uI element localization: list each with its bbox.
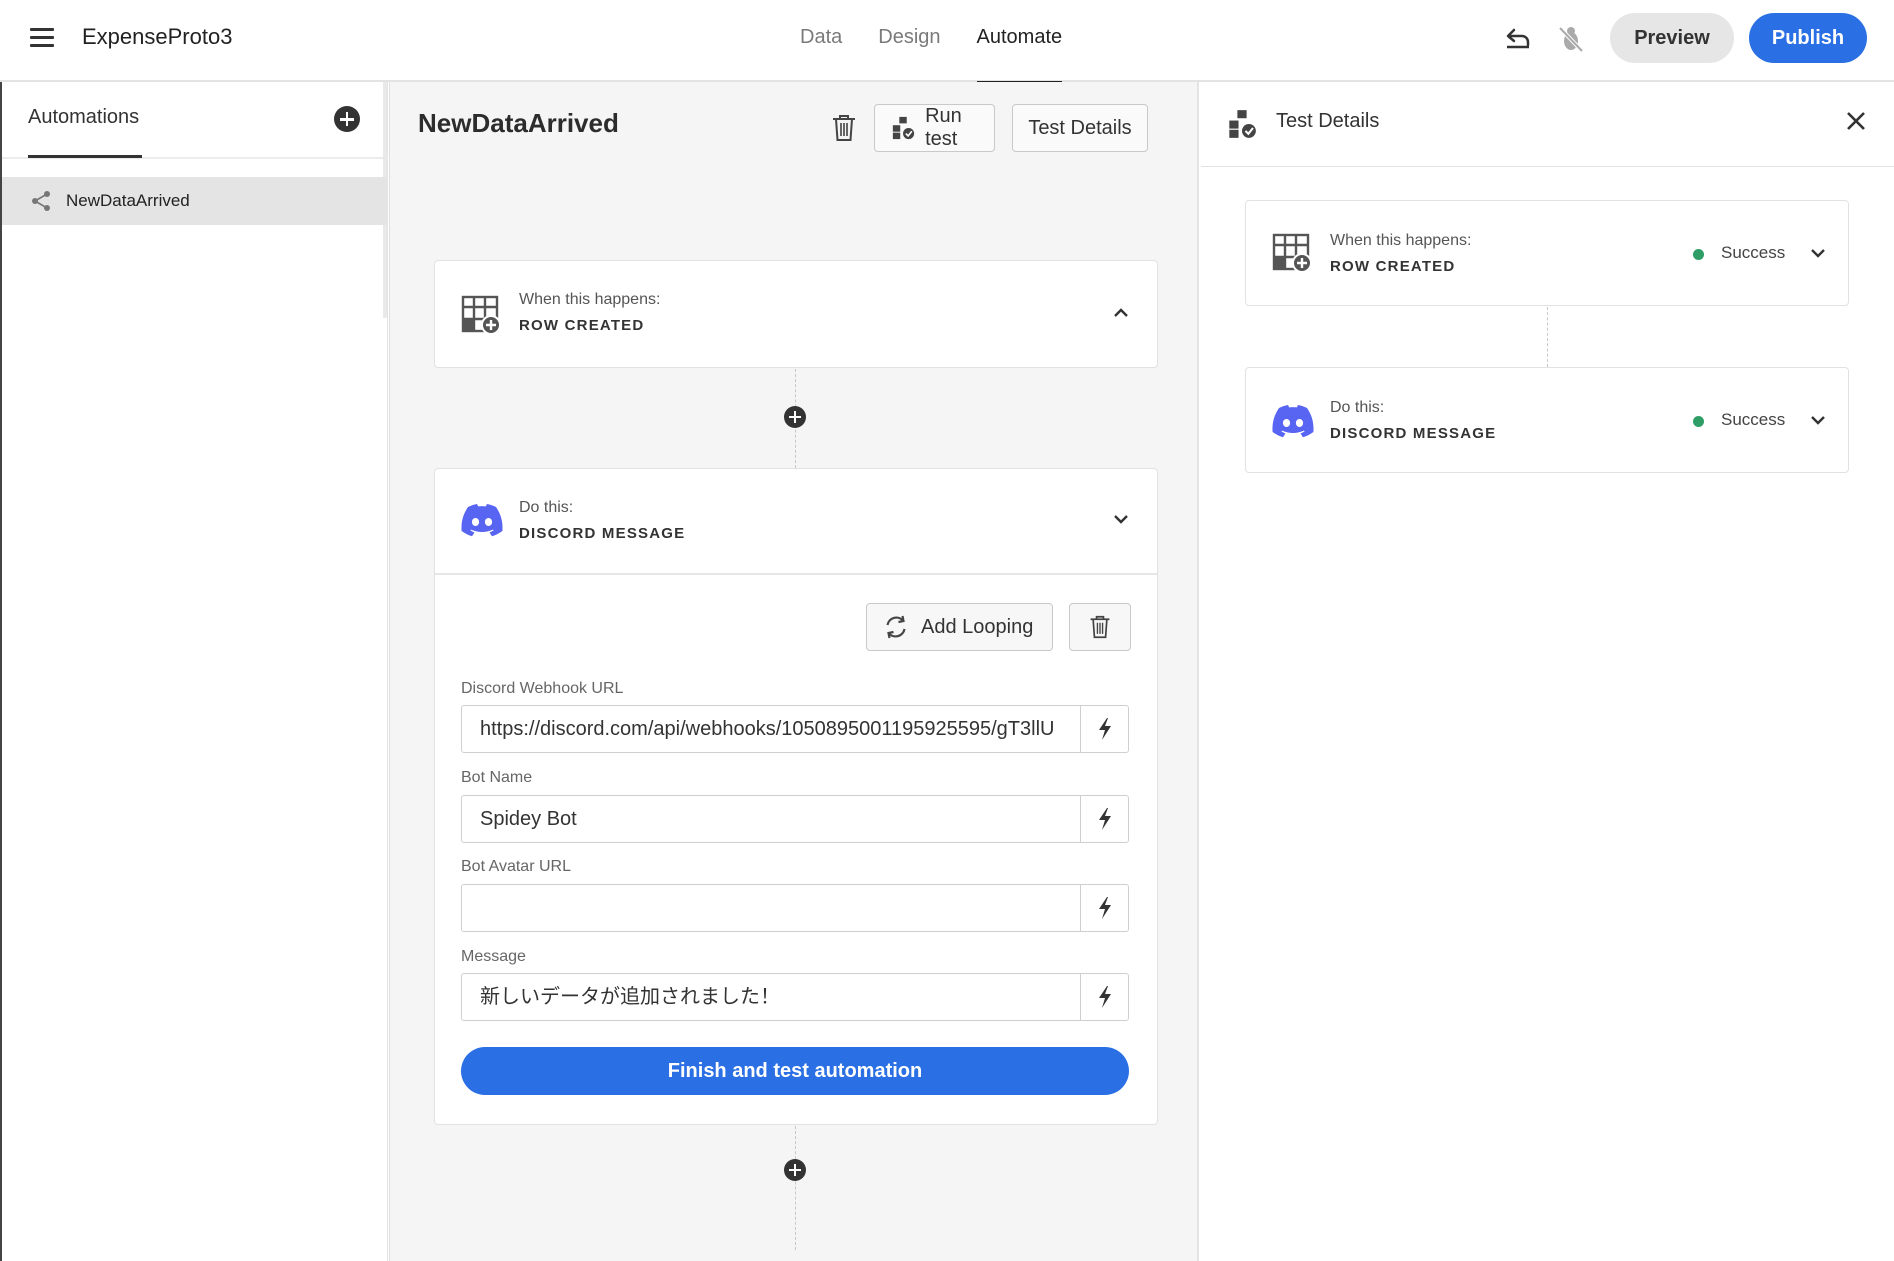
run-test-icon	[892, 116, 915, 140]
delete-step-button[interactable]	[1069, 603, 1131, 651]
bot-avatar-url-binding-button[interactable]	[1080, 885, 1128, 931]
automation-canvas: NewDataArrived Run test Test Details Whe…	[389, 82, 1199, 1261]
connector-line	[1547, 307, 1548, 367]
top-bar: ExpenseProto3 Data Design Automate Previ…	[0, 0, 1894, 84]
trigger-card[interactable]: When this happens: ROW CREATED	[434, 260, 1158, 368]
menu-icon[interactable]	[30, 28, 54, 48]
action-value: DISCORD MESSAGE	[519, 525, 686, 542]
lightning-icon	[1098, 808, 1111, 830]
result-label: When this happens:	[1330, 232, 1472, 249]
test-result-trigger[interactable]: When this happens: ROW CREATED Success	[1245, 200, 1849, 306]
trigger-value: ROW CREATED	[519, 317, 645, 334]
webhook-url-label: Discord Webhook URL	[461, 680, 624, 697]
add-looping-label: Add Looping	[921, 615, 1034, 638]
lightning-icon	[1098, 897, 1111, 919]
status-badge: Success	[1721, 243, 1786, 262]
action-card-header[interactable]: Do this: DISCORD MESSAGE	[435, 469, 1157, 575]
lightning-icon	[1098, 986, 1111, 1008]
automation-title: NewDataArrived	[418, 108, 619, 138]
trash-icon	[1090, 615, 1110, 639]
bug-off-icon[interactable]	[1556, 24, 1586, 54]
action-label: Do this:	[519, 499, 574, 516]
tab-automate[interactable]: Automate	[976, 0, 1062, 84]
chevron-down-icon[interactable]	[1808, 410, 1828, 430]
test-details-button[interactable]: Test Details	[1012, 104, 1148, 152]
bot-avatar-url-input[interactable]	[462, 885, 1082, 931]
trigger-label: When this happens:	[519, 291, 661, 308]
add-automation-icon[interactable]	[334, 106, 360, 132]
test-details-panel: Test Details When this happens: ROW CREA…	[1201, 82, 1894, 1261]
message-field: 新しいデータが追加されました！	[461, 973, 1129, 1021]
status-badge: Success	[1721, 410, 1786, 429]
connector-line	[795, 1126, 796, 1250]
webhook-url-binding-button[interactable]	[1080, 706, 1128, 752]
app-root: ExpenseProto3 Data Design Automate Previ…	[0, 0, 1894, 1261]
message-label: Message	[461, 948, 526, 965]
share-icon	[32, 191, 50, 211]
sidebar-item-newdataarrived[interactable]: NewDataArrived	[2, 177, 388, 225]
bot-avatar-url-field	[461, 884, 1129, 932]
table-add-icon	[461, 295, 501, 335]
bot-name-field: Spidey Bot	[461, 795, 1129, 843]
run-test-label: Run test	[925, 105, 962, 150]
undo-icon[interactable]	[1503, 24, 1533, 54]
bot-name-binding-button[interactable]	[1080, 796, 1128, 842]
action-card: Do this: DISCORD MESSAGE Add Looping Dis…	[434, 468, 1158, 1125]
panel-divider	[1201, 166, 1894, 167]
webhook-url-input[interactable]: https://discord.com/api/webhooks/1050895…	[462, 706, 1082, 752]
finish-and-test-button[interactable]: Finish and test automation	[461, 1047, 1129, 1095]
lightning-icon	[1098, 718, 1111, 740]
sidebar-tab-indicator	[28, 155, 142, 158]
chevron-up-icon[interactable]	[1111, 303, 1131, 323]
add-step-icon[interactable]	[784, 1159, 806, 1181]
automations-sidebar: Automations NewDataArrived	[0, 82, 388, 1261]
chevron-down-icon[interactable]	[1808, 243, 1828, 263]
add-step-icon[interactable]	[784, 406, 806, 428]
result-value: ROW CREATED	[1330, 258, 1456, 275]
result-label: Do this:	[1330, 399, 1385, 416]
test-result-action[interactable]: Do this: DISCORD MESSAGE Success	[1245, 367, 1849, 473]
delete-automation-icon[interactable]	[830, 112, 858, 144]
close-icon[interactable]	[1845, 110, 1867, 132]
app-title: ExpenseProto3	[82, 24, 233, 49]
message-binding-button[interactable]	[1080, 974, 1128, 1020]
message-input[interactable]: 新しいデータが追加されました！	[462, 974, 1082, 1020]
loop-icon	[886, 615, 906, 639]
nav-tabs: Data Design Automate	[800, 0, 1098, 84]
sidebar-header[interactable]: Automations	[28, 106, 139, 129]
webhook-url-field: https://discord.com/api/webhooks/1050895…	[461, 705, 1129, 753]
run-test-button[interactable]: Run test	[874, 104, 995, 152]
publish-button[interactable]: Publish	[1749, 13, 1867, 63]
bot-name-input[interactable]: Spidey Bot	[462, 796, 1082, 842]
panel-title: Test Details	[1276, 110, 1380, 132]
discord-icon	[461, 504, 503, 537]
tab-data[interactable]: Data	[800, 0, 842, 82]
table-add-icon	[1272, 233, 1312, 273]
preview-button[interactable]: Preview	[1610, 13, 1734, 63]
chevron-down-icon[interactable]	[1111, 509, 1131, 529]
status-dot	[1693, 249, 1704, 260]
run-test-icon	[1229, 110, 1256, 138]
bot-avatar-url-label: Bot Avatar URL	[461, 858, 571, 875]
tab-design[interactable]: Design	[878, 0, 940, 82]
discord-icon	[1272, 405, 1314, 438]
bot-name-label: Bot Name	[461, 769, 533, 786]
sidebar-item-label: NewDataArrived	[66, 191, 190, 210]
add-looping-button[interactable]: Add Looping	[866, 603, 1053, 651]
status-dot	[1693, 416, 1704, 427]
result-value: DISCORD MESSAGE	[1330, 425, 1497, 442]
